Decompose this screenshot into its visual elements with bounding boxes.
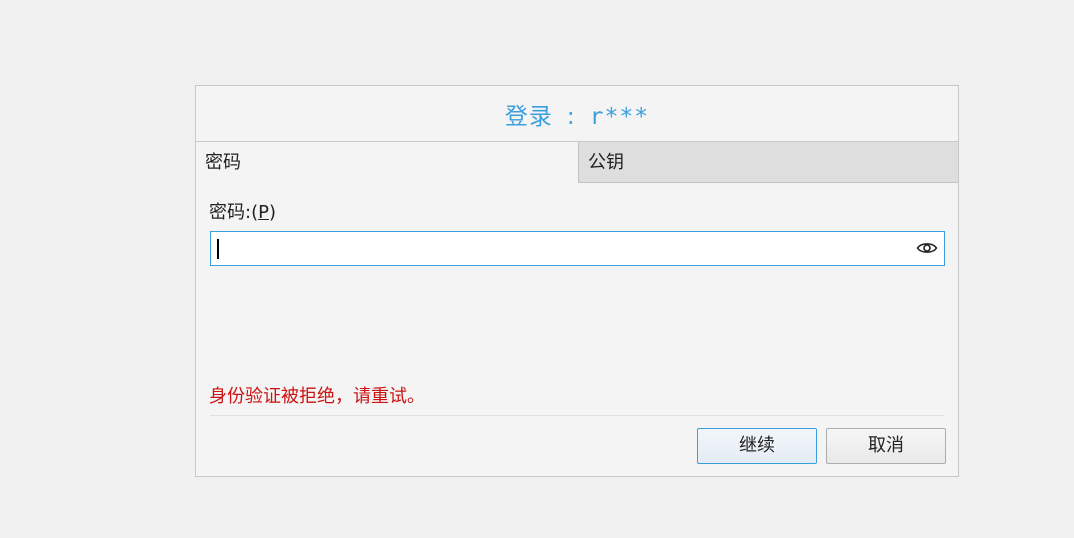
- cancel-button[interactable]: 取消: [826, 428, 946, 464]
- password-label-text: 密码:(: [209, 202, 259, 223]
- continue-button[interactable]: 继续: [697, 428, 817, 464]
- dialog-title-user: r***: [589, 103, 650, 130]
- password-field[interactable]: [210, 231, 945, 266]
- login-dialog: 登录: r*** 密码 公钥 密码:(P) 身份验证被拒绝，请重试。 继续 取消: [195, 85, 959, 477]
- password-label-mnemonic: P: [258, 202, 269, 223]
- eye-icon[interactable]: [916, 240, 938, 256]
- password-input[interactable]: [215, 235, 909, 263]
- dialog-title: 登录: r***: [505, 97, 649, 131]
- password-label: 密码:(P): [209, 198, 276, 224]
- password-label-end: ): [268, 202, 276, 223]
- text-caret: [217, 239, 219, 259]
- footer-divider: [210, 415, 944, 416]
- tab-password[interactable]: 密码: [196, 142, 578, 183]
- error-message: 身份验证被拒绝，请重试。: [209, 386, 425, 407]
- dialog-title-bar: 登录: r***: [196, 86, 958, 142]
- tab-public-key[interactable]: 公钥: [578, 142, 958, 183]
- auth-method-tabs: 密码 公钥: [196, 142, 958, 183]
- dialog-title-separator: :: [566, 103, 576, 130]
- dialog-title-prefix: 登录: [504, 103, 553, 130]
